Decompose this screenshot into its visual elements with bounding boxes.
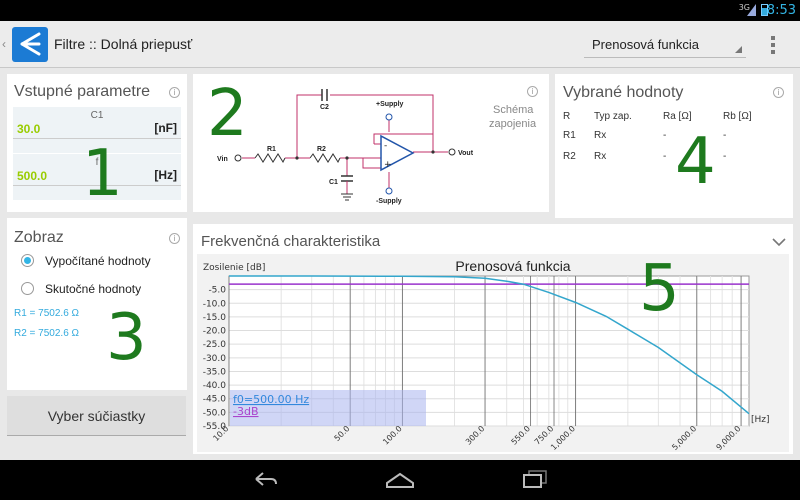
chart-title: Prenosová funkcia [455,258,570,274]
y-tick-label: -30.0 [203,354,227,364]
recent-apps-icon[interactable] [521,468,549,490]
select-components-button[interactable]: Vyber súčiastky [7,396,186,436]
y-tick-label: -40.0 [203,381,227,391]
info-icon[interactable]: i [169,87,180,98]
y-tick-label: -25.0 [203,340,227,350]
table-cell: - [663,130,667,141]
vout-label: Vout [458,150,474,157]
y-tick-label: -5.0 [208,286,226,296]
frequency-card: Frekvenčná charakteristika -5.0 -10.0 -15.… [193,224,793,454]
capacitance-unit: [nF] [154,121,177,135]
selected-values-title: Vybrané hodnoty [563,84,684,101]
frequency-chart: -5.0 -10.0 -15.0 -20.0 -25.0 -30.0 -35.0 -40.0 -… [197,254,789,452]
app-logo-icon[interactable] [12,27,48,62]
annotation-marker-5: 5 [639,252,680,326]
clock: 8:53 [766,3,796,18]
y-tick-label: -50.0 [203,408,227,418]
home-icon[interactable] [384,468,416,490]
circuit-diagram: - + Vin Vout R1 R2 C2 C1 +Supply -Supply [217,89,474,205]
y-tick-label: -20.0 [203,327,227,337]
display-title: Zobraz [14,229,64,246]
result-r1: R1 = 7502.6 Ω [14,308,80,319]
back-icon[interactable] [251,468,279,490]
table-cell: - [723,130,727,141]
capacitance-label: C1 [90,110,104,121]
y-axis-label: Zosilenie [dB] [203,263,265,273]
status-bar: 3G 8:53 [0,0,800,21]
r2-label: R2 [317,146,326,153]
capacitance-value[interactable]: 30.0 [17,122,40,136]
c2-label: C2 [320,104,329,111]
overflow-menu-icon[interactable] [766,34,780,56]
resistor-r2 [309,153,341,164]
table-cell: - [663,151,667,162]
display-card: Zobraz i Vypočítané hodnoty Skutočné hod… [7,218,187,390]
schematic-card: i Schéma zapojenia 2 - + Vin Vout R1 R2 … [193,74,549,212]
input-params-card: Vstupné parametre i C1 30.0 [nF] f 500.0… [7,74,187,212]
info-icon[interactable]: i [169,233,180,244]
navigation-bar [0,460,800,500]
table-cell: R2 [563,151,576,162]
input-params-title: Vstupné parametre [14,83,151,100]
action-bar: ‹ Filtre :: Dolná priepusť Prenosová fun… [0,21,800,68]
y-tick-label: -15.0 [203,313,227,323]
y-tick-label: -45.0 [203,395,227,405]
radio-computed[interactable] [21,254,34,267]
annotation-marker-4: 4 [675,125,716,199]
col-header-ra: Ra [Ω] [663,111,692,122]
vin-label: Vin [217,156,228,163]
x-axis-label: [Hz] [751,415,770,425]
y-tick-label: -35.0 [203,367,227,377]
app-root: 3G 8:53 ‹ Filtre :: Dolná priepusť Preno… [0,0,800,500]
plus-supply-label: +Supply [376,101,404,108]
plus-supply-terminal [385,113,393,121]
r1-label: R1 [267,146,276,153]
col-header-type: Typ zap. [594,111,632,122]
dropdown-triangle-icon [735,46,742,53]
view-selector[interactable]: Prenosová funkcia [584,32,746,58]
result-r2: R2 = 7502.6 Ω [14,328,80,339]
y-tick-label: -10.0 [203,299,227,309]
view-selector-value: Prenosová funkcia [592,37,699,52]
opamp-plus-label: + [384,160,392,170]
info-icon[interactable]: i [773,87,784,98]
col-header-r: R [563,111,571,122]
vout-terminal [448,148,456,156]
opamp-minus-label: - [384,141,387,151]
page-title: Filtre :: Dolná priepusť [54,36,193,52]
frequency-title: Frekvenčná charakteristika [201,233,381,250]
annotation-marker-1: 1 [82,137,123,211]
c1-label: C1 [329,179,338,186]
selected-values-card: Vybrané hodnoty i R Typ zap. Ra [Ω] Rb [… [555,74,793,218]
up-caret-icon[interactable]: ‹ [2,37,6,51]
minus-supply-terminal [385,187,393,195]
table-cell: Rx [594,151,607,162]
table-cell: - [723,151,727,162]
capacitor-c2 [321,89,328,101]
col-header-rb: Rb [Ω] [723,111,752,122]
vin-terminal [234,154,242,162]
resistor-r1 [254,153,286,164]
signal-icon [747,4,756,16]
capacitor-c1 [341,175,353,201]
legend-entry: -3dB [233,405,259,418]
collapse-chevron-icon[interactable] [772,237,786,247]
radio-computed-label[interactable]: Vypočítané hodnoty [45,254,151,268]
annotation-marker-3: 3 [106,301,147,375]
radio-actual[interactable] [21,282,34,295]
radio-actual-label[interactable]: Skutočné hodnoty [45,282,141,296]
frequency-value[interactable]: 500.0 [17,169,47,183]
table-cell: R1 [563,130,576,141]
frequency-unit: [Hz] [154,168,177,182]
table-cell: Rx [594,130,607,141]
minus-supply-label: -Supply [376,198,402,205]
